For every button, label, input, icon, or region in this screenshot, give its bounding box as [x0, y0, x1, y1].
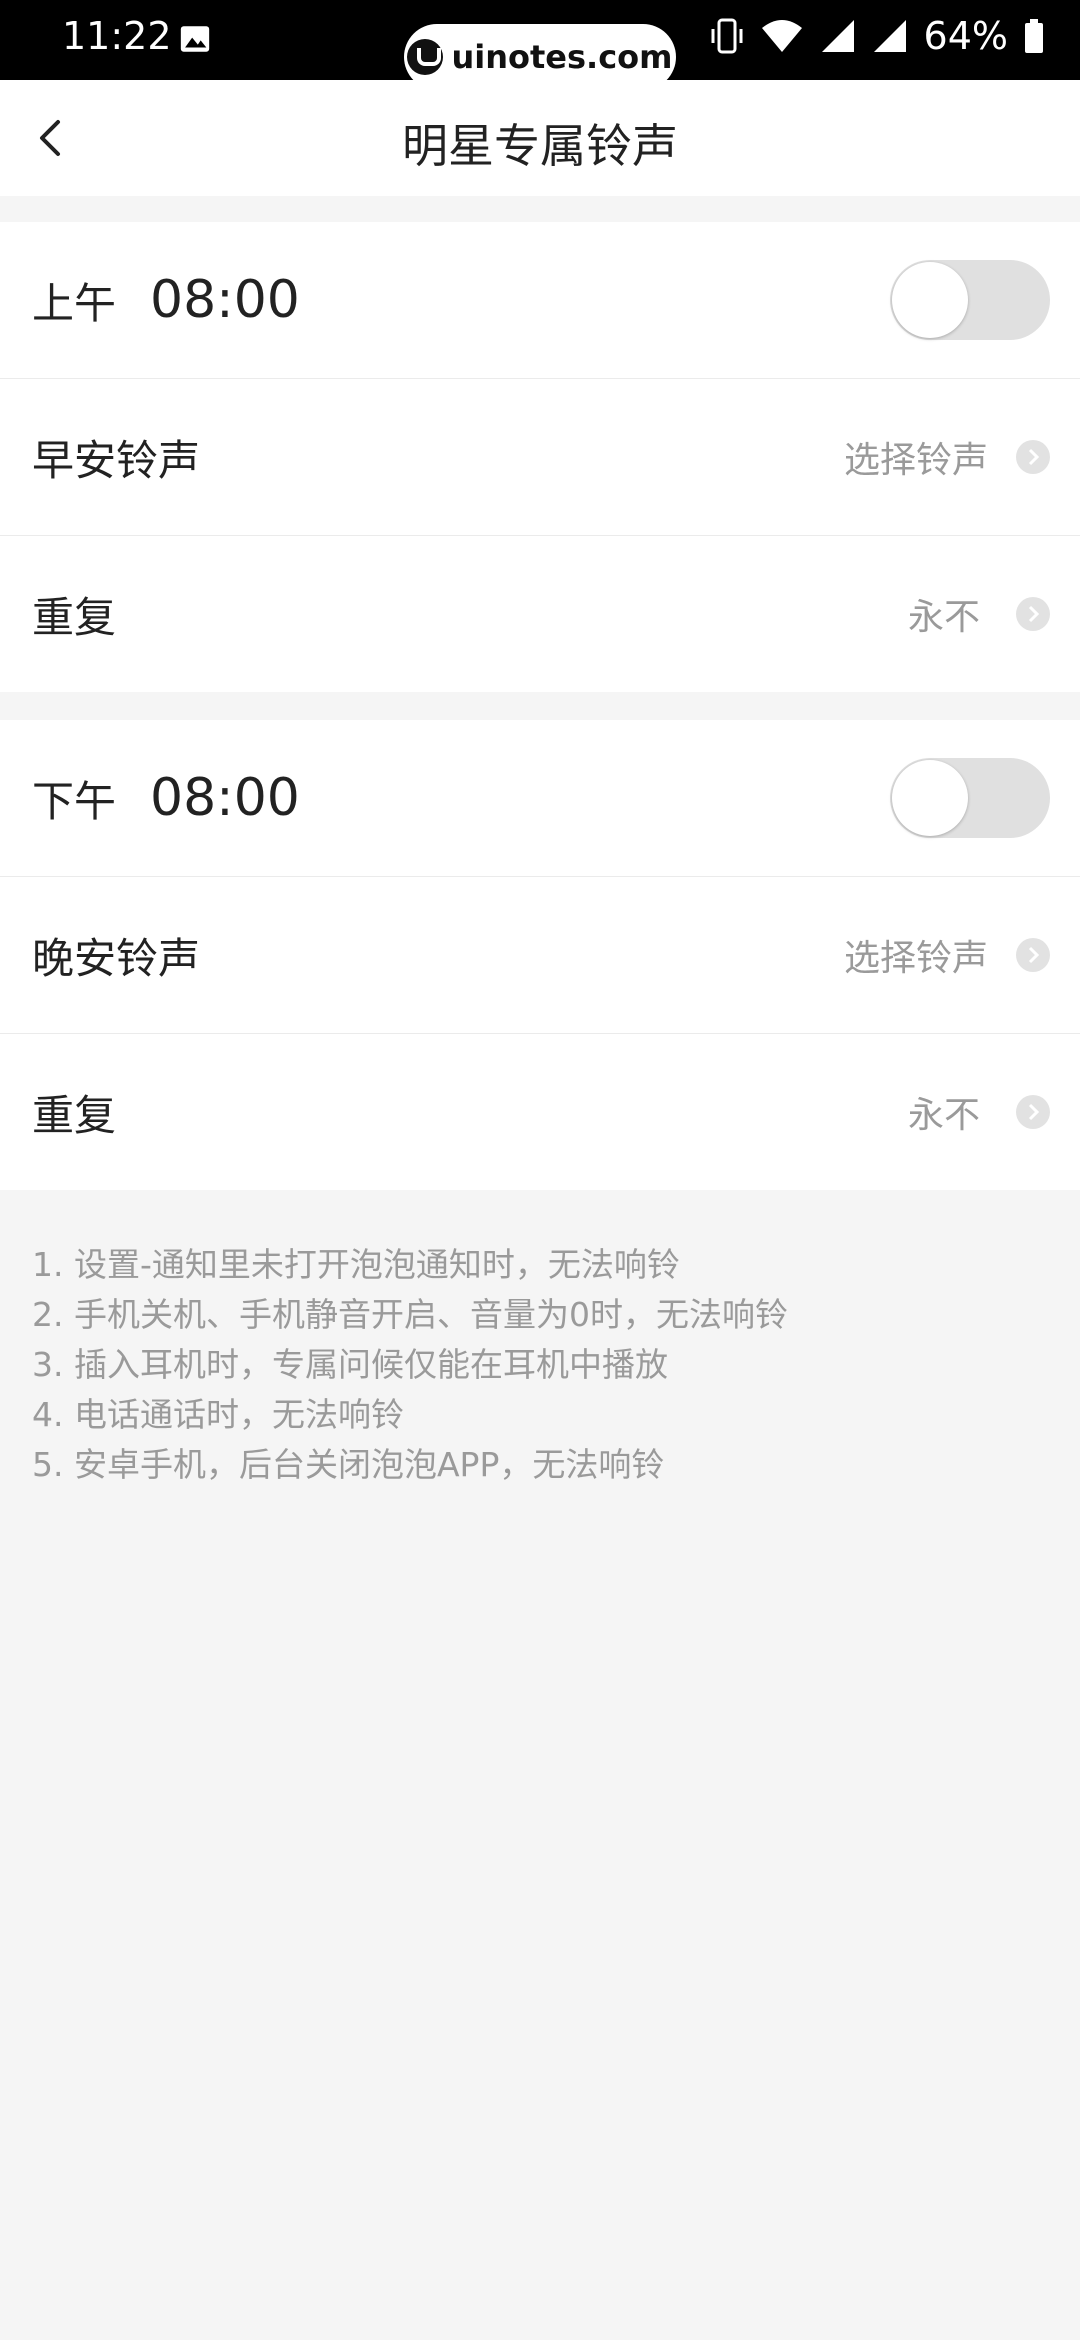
- evening-time-row[interactable]: 下午 08:00: [0, 720, 1080, 877]
- morning-time-row[interactable]: 上午 08:00: [0, 222, 1080, 379]
- morning-ringtone-label: 早安铃声: [32, 435, 201, 485]
- evening-ringtone-row[interactable]: 晚安铃声 选择铃声: [0, 877, 1080, 1034]
- morning-ringtone-value: 选择铃声: [843, 440, 988, 481]
- morning-period: 上午: [32, 278, 117, 328]
- morning-toggle-knob: [892, 262, 968, 338]
- morning-repeat-row[interactable]: 重复 永不: [0, 536, 1080, 692]
- signal-icon-2: [873, 20, 906, 52]
- status-time: 11:22: [62, 14, 172, 58]
- morning-section: 上午 08:00 早安铃声 选择铃声 重复 永不: [0, 222, 1080, 692]
- watermark-logo: [407, 39, 444, 75]
- evening-ringtone-value: 选择铃声: [843, 938, 988, 979]
- note-item: 4. 电话通话时，无法响铃: [32, 1395, 404, 1434]
- vibrate-icon: [711, 18, 743, 54]
- morning-time: 08:00: [150, 270, 300, 330]
- header: 明星专属铃声: [0, 80, 1080, 196]
- wifi-icon: [761, 20, 802, 52]
- note-item: 2. 手机关机、手机静音开启、音量为0时，无法响铃: [32, 1295, 788, 1334]
- morning-repeat-label: 重复: [32, 592, 117, 642]
- status-bar: 11:22 uinotes.com 64%: [0, 0, 1080, 90]
- signal-icon: [821, 20, 854, 52]
- evening-period: 下午: [32, 776, 117, 826]
- note-item: 5. 安卓手机，后台关闭泡泡APP，无法响铃: [32, 1445, 665, 1484]
- notes-list: 1. 设置-通知里未打开泡泡通知时，无法响铃 2. 手机关机、手机静音开启、音量…: [32, 1240, 1032, 1490]
- evening-section: 下午 08:00 晚安铃声 选择铃声 重复 永不: [0, 720, 1080, 1190]
- page-title: 明星专属铃声: [402, 119, 678, 173]
- battery-icon: [1025, 19, 1043, 53]
- chevron-right-icon: [1016, 938, 1050, 972]
- evening-ringtone-label: 晚安铃声: [32, 933, 201, 983]
- watermark-text: uinotes.com: [451, 38, 673, 76]
- morning-repeat-value: 永不: [907, 597, 980, 638]
- chevron-right-icon: [1016, 597, 1050, 631]
- chevron-right-icon: [1016, 440, 1050, 474]
- evening-toggle[interactable]: [890, 758, 1050, 838]
- evening-toggle-knob: [892, 760, 968, 836]
- evening-time: 08:00: [150, 768, 300, 828]
- evening-repeat-row[interactable]: 重复 永不: [0, 1034, 1080, 1190]
- evening-repeat-value: 永不: [907, 1095, 980, 1136]
- evening-repeat-label: 重复: [32, 1090, 117, 1140]
- chevron-right-icon: [1016, 1095, 1050, 1129]
- status-icons: 64%: [710, 14, 1044, 58]
- note-item: 3. 插入耳机时，专属问候仅能在耳机中播放: [32, 1345, 668, 1384]
- battery-percent: 64%: [923, 14, 1008, 58]
- note-item: 1. 设置-通知里未打开泡泡通知时，无法响铃: [32, 1245, 680, 1284]
- gallery-icon: [180, 26, 210, 52]
- morning-toggle[interactable]: [890, 260, 1050, 340]
- morning-ringtone-row[interactable]: 早安铃声 选择铃声: [0, 379, 1080, 536]
